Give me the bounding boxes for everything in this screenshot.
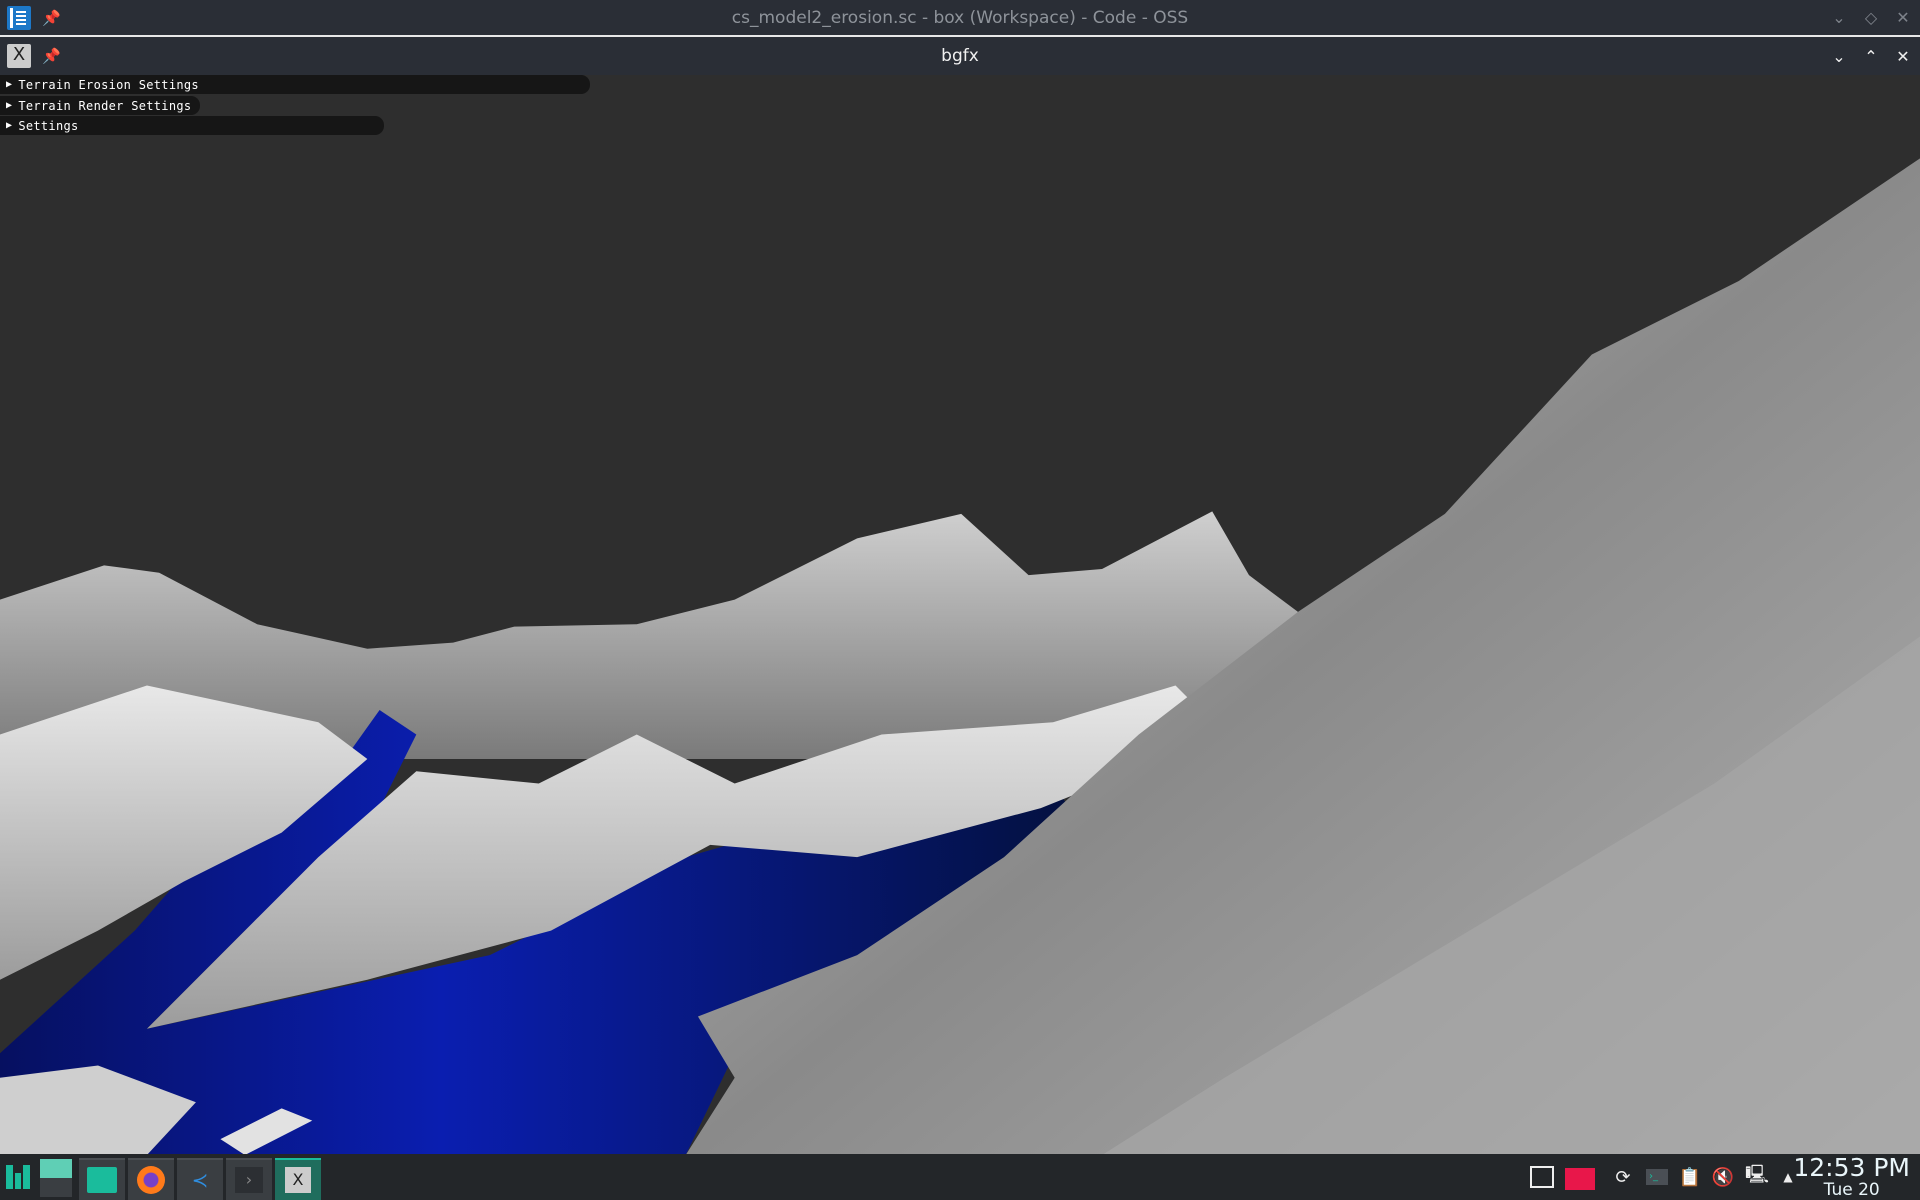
clock[interactable]: 12:53 PM Tue 20 — [1793, 1155, 1910, 1200]
taskbar: ≺ › X ⟳ ›_ 📋 🔇 🖳 ▲ 12:53 PM Tue 20 — [0, 1154, 1920, 1200]
konsole-icon[interactable]: ›_ — [1644, 1154, 1670, 1200]
x11-app-icon: X — [7, 44, 31, 68]
imgui-header-terrain-render-settings[interactable]: ▶ Terrain Render Settings — [0, 96, 200, 115]
imgui-header-settings[interactable]: ▶ Settings — [0, 116, 384, 135]
x11-app-icon[interactable]: X — [275, 1158, 321, 1200]
collapse-triangle-icon: ▶ — [6, 79, 13, 90]
kate-editor-icon — [7, 6, 31, 30]
editor-titlebar[interactable]: 📌 cs_model2_erosion.sc - box (Workspace)… — [0, 0, 1920, 37]
window-title: cs_model2_erosion.sc - box (Workspace) -… — [731, 7, 1189, 28]
minimize-button[interactable]: ⌄ — [1830, 8, 1848, 27]
volume-muted-icon[interactable]: 🔇 — [1710, 1154, 1736, 1200]
clock-time: 12:53 PM — [1793, 1153, 1910, 1182]
panel-label: Terrain Render Settings — [18, 98, 192, 113]
terminal-icon[interactable]: › — [226, 1158, 272, 1200]
trash-icon[interactable] — [1564, 1154, 1596, 1200]
vscode-icon[interactable]: ≺ — [177, 1158, 223, 1200]
firefox-icon[interactable] — [128, 1158, 174, 1200]
collapse-triangle-icon: ▶ — [6, 120, 13, 131]
minimize-button[interactable]: ⌄ — [1830, 47, 1848, 66]
pin-icon[interactable]: 📌 — [42, 9, 61, 27]
clipboard-icon[interactable]: 📋 — [1678, 1154, 1702, 1200]
panel-label: Terrain Erosion Settings — [18, 77, 199, 92]
window-title: bgfx — [941, 46, 979, 66]
collapse-triangle-icon: ▶ — [6, 100, 13, 111]
network-icon[interactable]: 🖳 — [1744, 1154, 1770, 1200]
pin-icon[interactable]: 📌 — [42, 47, 61, 65]
imgui-header-terrain-erosion-settings[interactable]: ▶ Terrain Erosion Settings — [0, 75, 590, 94]
maximize-button[interactable]: ◇ — [1862, 8, 1880, 27]
close-button[interactable]: ✕ — [1894, 8, 1912, 27]
show-desktop-icon[interactable] — [1528, 1154, 1556, 1200]
bgfx-titlebar[interactable]: X 📌 bgfx ⌄ ⌃ ✕ — [0, 37, 1920, 75]
close-button[interactable]: ✕ — [1894, 47, 1912, 66]
desktop-pager-icon[interactable] — [40, 1159, 72, 1197]
update-icon[interactable]: ⟳ — [1610, 1154, 1636, 1200]
maximize-button[interactable]: ⌃ — [1862, 47, 1880, 66]
manjaro-menu-icon[interactable] — [6, 1165, 31, 1189]
panel-label: Settings — [18, 118, 79, 133]
terrain-viewport[interactable] — [0, 75, 1920, 1155]
file-manager-icon[interactable] — [79, 1158, 125, 1200]
clock-date: Tue 20 — [1823, 1180, 1880, 1200]
